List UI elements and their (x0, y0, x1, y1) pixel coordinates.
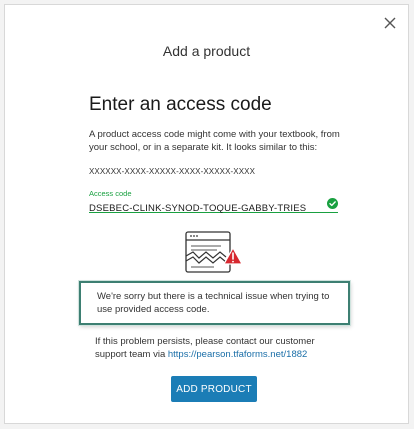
access-code-description: A product access code might come with yo… (89, 129, 340, 153)
access-code-label: Access code (89, 189, 132, 198)
close-icon (384, 17, 396, 29)
add-product-button[interactable]: ADD PRODUCT (171, 376, 257, 402)
support-form-link[interactable]: https://pearson.tfaforms.net/1882 (168, 349, 307, 360)
error-message: We're sorry but there is a technical iss… (97, 291, 330, 315)
dialog-title: Add a product (162, 43, 251, 59)
support-help-text: If this problem persists, please contact… (95, 336, 345, 361)
close-button[interactable] (380, 13, 400, 33)
access-code-field (89, 198, 338, 215)
page-heading: Enter an access code (89, 94, 272, 115)
check-circle-icon (327, 198, 338, 209)
add-product-dialog: Add a product Enter an access code A pro… (4, 4, 409, 424)
broken-document-warning-icon (185, 231, 243, 273)
access-code-input[interactable] (89, 202, 314, 215)
access-code-sample: XXXXXX-XXXX-XXXXX-XXXX-XXXXX-XXXX (89, 167, 256, 176)
error-alert: We're sorry but there is a technical iss… (79, 281, 350, 325)
